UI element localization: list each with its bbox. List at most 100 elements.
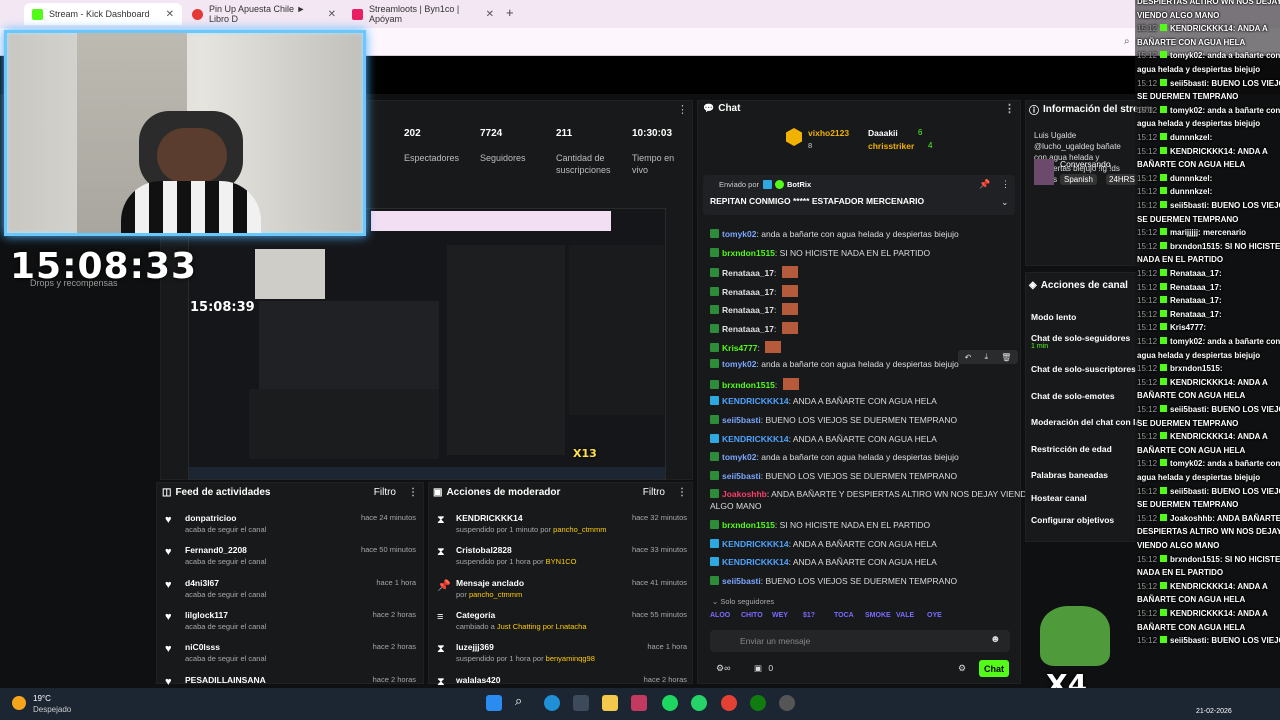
chat-username[interactable]: brxndon1515 xyxy=(722,380,775,390)
channel-action-item[interactable]: Chat de solo-suscriptores xyxy=(1031,364,1136,374)
channel-action-item[interactable]: Chat de solo-seguidores 1 min xyxy=(1031,333,1130,350)
chat-username[interactable]: KENDRICKKK14 xyxy=(722,539,789,549)
search-icon[interactable]: ⌕ xyxy=(515,693,531,709)
tab-pinup[interactable]: Pin Up Apuesta Chile ► Libro D ✕ xyxy=(184,3,344,25)
app-icon[interactable] xyxy=(631,695,647,711)
emote-button[interactable]: SMOKE xyxy=(865,612,891,619)
mod-action-desc: suspendido por 1 hora por xyxy=(456,654,544,664)
feed-desc: acaba de seguir el canal xyxy=(185,654,267,664)
tab-kick-dashboard[interactable]: Stream - Kick Dashboard ✕ xyxy=(24,3,182,25)
chat-settings-icon[interactable]: ⚙ xyxy=(958,663,966,674)
channel-action-item[interactable]: Modo lento xyxy=(1031,312,1076,322)
channel-action-item[interactable]: Chat de solo-emotes xyxy=(1031,391,1115,401)
spotify-icon[interactable] xyxy=(662,695,678,711)
top-gifter-1[interactable]: vixho2123 xyxy=(808,128,849,138)
send-chat-button[interactable]: Chat xyxy=(979,660,1009,677)
feed-options-icon[interactable]: ⋮ xyxy=(408,487,418,498)
chat-username[interactable]: tomyk02 xyxy=(722,452,757,462)
store-icon[interactable] xyxy=(573,695,589,711)
chat-username[interactable]: KENDRICKKK14 xyxy=(722,557,789,567)
channel-action-item[interactable]: Restricción de edad xyxy=(1031,444,1112,454)
emote-button[interactable]: $1? xyxy=(803,612,815,619)
chat-username[interactable]: Renataaa_17 xyxy=(722,287,774,297)
badge-icon xyxy=(1160,636,1168,644)
emote-button[interactable]: ALOO xyxy=(710,612,730,619)
chat-username[interactable]: tomyk02 xyxy=(722,359,757,369)
windows-start-icon[interactable] xyxy=(486,695,502,711)
mod-action-who[interactable]: BYN1CO xyxy=(546,557,577,566)
mod-action-time: hace 2 horas xyxy=(643,674,687,684)
overlay-time: 15:12 xyxy=(1137,241,1158,251)
pin-message-icon[interactable]: ⤓ xyxy=(984,352,988,362)
whatsapp-icon[interactable] xyxy=(691,695,707,711)
obs-icon[interactable] xyxy=(779,695,795,711)
mod-options-icon[interactable]: ⋮ xyxy=(677,487,687,498)
file-explorer-icon[interactable] xyxy=(602,695,618,711)
collapse-chevron-icon[interactable]: ⌄ xyxy=(1001,197,1009,208)
reply-icon[interactable]: ↶ xyxy=(965,353,972,362)
overlay-chat-line: NADA EN EL PARTIDO xyxy=(1137,255,1223,264)
chat-username[interactable]: Renataaa_17 xyxy=(722,324,774,334)
mod-filter-button[interactable]: Filtro xyxy=(643,487,665,498)
emote-button[interactable]: CHITO xyxy=(741,612,763,619)
close-tab-icon[interactable]: ✕ xyxy=(328,9,336,20)
overlay-chat-line: agua helada y despiertas biejujo xyxy=(1137,65,1260,74)
edge-icon[interactable] xyxy=(544,695,560,711)
chat-username[interactable]: Joakoshhb xyxy=(722,489,767,499)
overlay-text: DESPIERTAS ALTIRO WN NOS DEJAY xyxy=(1137,0,1280,6)
chat-options-icon[interactable]: ⋮ xyxy=(1004,102,1015,115)
more-options-icon[interactable]: ⋮ xyxy=(677,103,688,116)
chat-input[interactable]: Enviar un mensaje ☻ xyxy=(710,630,1010,652)
pin-icon[interactable]: 📌 xyxy=(979,179,990,190)
overlay-time: 15:12 xyxy=(1137,173,1158,183)
chat-username[interactable]: tomyk02 xyxy=(722,229,757,239)
chat-username[interactable]: KENDRICKKK14 xyxy=(722,396,789,406)
chat-username[interactable]: seii5basti xyxy=(722,471,761,481)
channel-action-item[interactable]: Hostear canal xyxy=(1031,493,1087,503)
chat-username[interactable]: Renataaa_17 xyxy=(722,268,774,278)
delete-icon[interactable]: 🗑 xyxy=(1001,353,1011,362)
tab-streamloots[interactable]: Streamloots | Byn1co | Apóyam ✕ xyxy=(344,3,502,25)
emote-button[interactable]: TOCA xyxy=(834,612,854,619)
chat-username[interactable]: seii5basti xyxy=(722,576,761,586)
emote-button[interactable]: WEY xyxy=(772,612,788,619)
overlay-text: NADA EN EL PARTIDO xyxy=(1137,568,1224,578)
mod-action-who[interactable]: pancho_ctmmm xyxy=(469,590,522,599)
badge-icon xyxy=(1160,173,1168,181)
mod-action-item: luzejjj369 suspendido por 1 hora por ben… xyxy=(456,642,687,663)
mod-action-who[interactable]: benyaminqg98 xyxy=(546,654,595,663)
chat-username[interactable]: brxndon1515 xyxy=(722,520,775,530)
xbox-icon[interactable] xyxy=(750,695,766,711)
overlay-username: tomyk02 xyxy=(1170,337,1203,346)
follower-badge-icon xyxy=(710,575,719,585)
emote-button[interactable]: VALE xyxy=(896,612,914,619)
overlay-time: 15:12 xyxy=(1137,636,1158,646)
chat-username[interactable]: KENDRICKKK14 xyxy=(722,434,789,444)
pinned-author[interactable]: BotRix xyxy=(787,180,811,189)
zoom-icon[interactable]: ⌕ xyxy=(1124,36,1130,47)
channel-action-item[interactable]: Configurar objetivos xyxy=(1031,515,1114,525)
emoji-icon[interactable]: ☻ xyxy=(990,634,1001,645)
overlay-text: SI NO HICISTE xyxy=(1224,554,1280,564)
settings-infinity-icon[interactable]: ⚙∞ xyxy=(716,663,730,674)
channel-action-item[interactable]: Palabras baneadas xyxy=(1031,470,1108,480)
close-tab-icon[interactable]: ✕ xyxy=(486,9,494,20)
chrome-icon[interactable] xyxy=(721,695,737,711)
mod-action-who[interactable]: Just Chatting por Lnatacha xyxy=(497,622,587,631)
chat-username[interactable]: brxndon1515 xyxy=(722,248,775,258)
chat-username[interactable]: Kris4777 xyxy=(722,343,757,353)
chat-username[interactable]: Renataaa_17 xyxy=(722,305,774,315)
overlay-time: 15:12 xyxy=(1137,459,1158,469)
feed-filter-button[interactable]: Filtro xyxy=(374,487,396,498)
top-gifter-2[interactable]: Daaakii xyxy=(868,128,898,138)
emote-button[interactable]: OYE xyxy=(927,612,942,619)
chat-username[interactable]: seii5basti xyxy=(722,415,761,425)
badge-icon xyxy=(1160,554,1168,562)
close-tab-icon[interactable]: ✕ xyxy=(166,9,174,20)
sub-badge-icon xyxy=(710,557,719,567)
new-tab-button[interactable]: + xyxy=(506,5,514,20)
channel-action-item[interactable]: Moderación del chat con IA xyxy=(1031,417,1139,427)
mod-action-who[interactable]: pancho_ctmmm xyxy=(553,525,606,534)
pinned-options-icon[interactable]: ⋮ xyxy=(1001,179,1010,190)
top-gifter-3[interactable]: chrisstriker xyxy=(868,141,914,151)
